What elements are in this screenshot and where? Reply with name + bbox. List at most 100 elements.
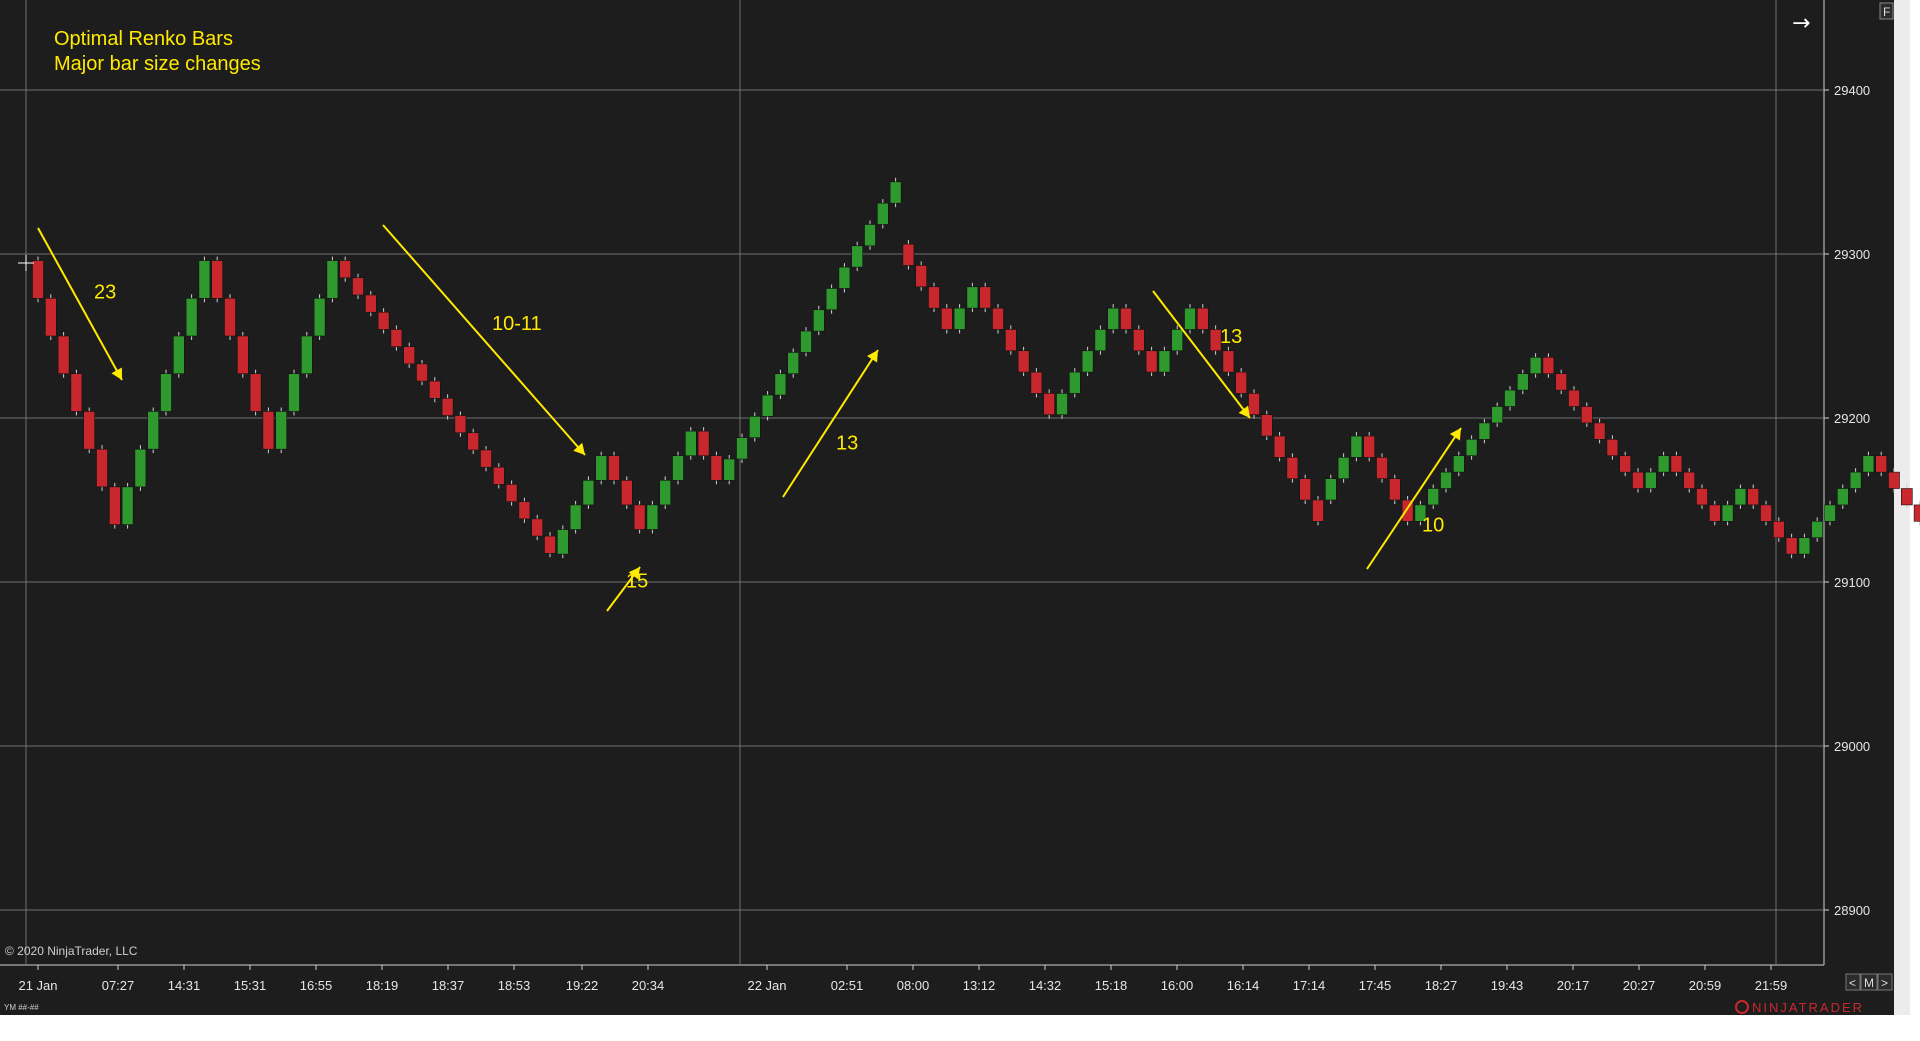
renko-bar: [992, 307, 1004, 330]
renko-bar: [1862, 455, 1875, 473]
renko-bar: [684, 430, 697, 457]
renko-bar: [1875, 455, 1887, 473]
renko-bar: [864, 224, 876, 247]
renko-bar: [1849, 471, 1862, 489]
x-tick-label: 14:32: [1029, 978, 1062, 993]
x-tick-label: 16:00: [1161, 978, 1194, 993]
renko-bar: [1734, 488, 1747, 506]
renko-bar: [1184, 307, 1196, 330]
renko-bar: [928, 286, 940, 309]
renko-bar: [262, 411, 275, 450]
renko-bar: [1017, 350, 1030, 373]
renko-bar: [889, 181, 902, 204]
x-tick-label: 18:19: [366, 978, 399, 993]
renko-bar: [1773, 521, 1785, 539]
x-tick-label: 20:34: [632, 978, 665, 993]
renko-bar: [1709, 504, 1721, 522]
renko-bar: [1350, 435, 1363, 458]
scroll-right-label: >: [1881, 976, 1888, 990]
renko-bar: [1568, 389, 1580, 407]
renko-bar: [800, 330, 812, 353]
x-tick-label: 13:12: [963, 978, 996, 993]
renko-bar: [1261, 414, 1273, 437]
renko-bar: [428, 380, 441, 399]
renko-bar: [1145, 350, 1158, 373]
renko-bar: [1286, 457, 1299, 479]
renko-bar: [57, 335, 70, 375]
renko-bar: [902, 243, 915, 266]
renko-bar: [134, 448, 147, 488]
renko-bar: [147, 411, 159, 450]
renko-bar: [1465, 439, 1478, 457]
renko-bar: [838, 266, 851, 289]
renko-bar: [275, 411, 288, 450]
x-tick-label: 02:51: [831, 978, 864, 993]
scroll-left-label: <: [1849, 976, 1856, 990]
x-tick-label: 07:27: [102, 978, 135, 993]
renko-bar: [1901, 488, 1913, 506]
renko-bar: [300, 335, 313, 375]
renko-bar: [608, 455, 620, 481]
x-tick-label: 21:59: [1755, 978, 1788, 993]
renko-bar: [198, 260, 211, 299]
bar-size-label: 13: [836, 433, 858, 455]
renko-bar: [1325, 478, 1337, 501]
renko-bar: [121, 486, 134, 525]
renko-bar: [748, 416, 761, 438]
renko-bar: [1478, 422, 1491, 440]
scrollbar-track[interactable]: [1894, 0, 1910, 1015]
bar-size-label: 10: [1422, 515, 1444, 537]
renko-bar: [505, 484, 518, 502]
renko-bar: [96, 448, 108, 488]
x-tick-label: 16:55: [300, 978, 333, 993]
renko-bar: [1619, 455, 1631, 473]
renko-bar: [582, 480, 595, 506]
renko-bar: [1593, 422, 1606, 440]
chart-subtitle: Major bar size changes: [54, 53, 261, 75]
renko-bar: [416, 363, 428, 382]
renko-bar: [249, 373, 262, 412]
x-tick-label: 14:31: [168, 978, 201, 993]
renko-bar: [633, 504, 646, 530]
x-tick-label: 21 Jan: [18, 978, 57, 993]
renko-bar: [1273, 435, 1286, 458]
renko-bar: [1427, 488, 1439, 506]
scroll-to-latest-arrow-icon[interactable]: →: [1792, 11, 1810, 36]
renko-bar: [531, 518, 544, 537]
renko-bar: [1376, 457, 1388, 479]
bar-size-label: 23: [94, 282, 116, 304]
renko-bar: [237, 335, 249, 375]
x-tick-label: 17:14: [1293, 978, 1326, 993]
renko-bar: [774, 373, 787, 396]
renko-bar: [812, 309, 825, 332]
renko-bar: [646, 504, 659, 530]
renko-bar: [1030, 371, 1043, 394]
renko-chart: 23 10-11 15 13 13 10 21 Jan 07:27 14:31 15:31 16:…: [0, 0, 1920, 1041]
y-tick-label: 29100: [1834, 575, 1870, 590]
renko-bar: [1069, 371, 1081, 394]
renko-bar: [1529, 357, 1542, 375]
renko-bar: [1606, 439, 1619, 457]
renko-bar: [313, 297, 326, 337]
renko-bar: [160, 373, 172, 412]
plot-background: [0, 0, 1824, 1015]
renko-bar: [1785, 537, 1798, 555]
x-tick-label: 19:22: [566, 978, 599, 993]
renko-bar: [697, 430, 710, 457]
renko-bar: [1760, 504, 1772, 522]
renko-bar: [620, 480, 633, 506]
renko-bar: [1888, 471, 1900, 489]
renko-bar: [556, 529, 569, 555]
chart-title: Optimal Renko Bars: [54, 28, 233, 50]
renko-bar: [1440, 471, 1452, 489]
bar-size-label: 13: [1220, 326, 1242, 348]
x-tick-label: 15:31: [234, 978, 267, 993]
renko-bar: [787, 352, 800, 375]
renko-bar: [339, 260, 352, 279]
renko-bar: [851, 245, 864, 268]
renko-bar: [467, 432, 480, 451]
renko-bar: [1004, 329, 1017, 352]
x-tick-label: 20:17: [1557, 978, 1590, 993]
renko-bar: [1491, 406, 1503, 424]
copyright-label: © 2020 NinjaTrader, LLC: [5, 944, 138, 958]
